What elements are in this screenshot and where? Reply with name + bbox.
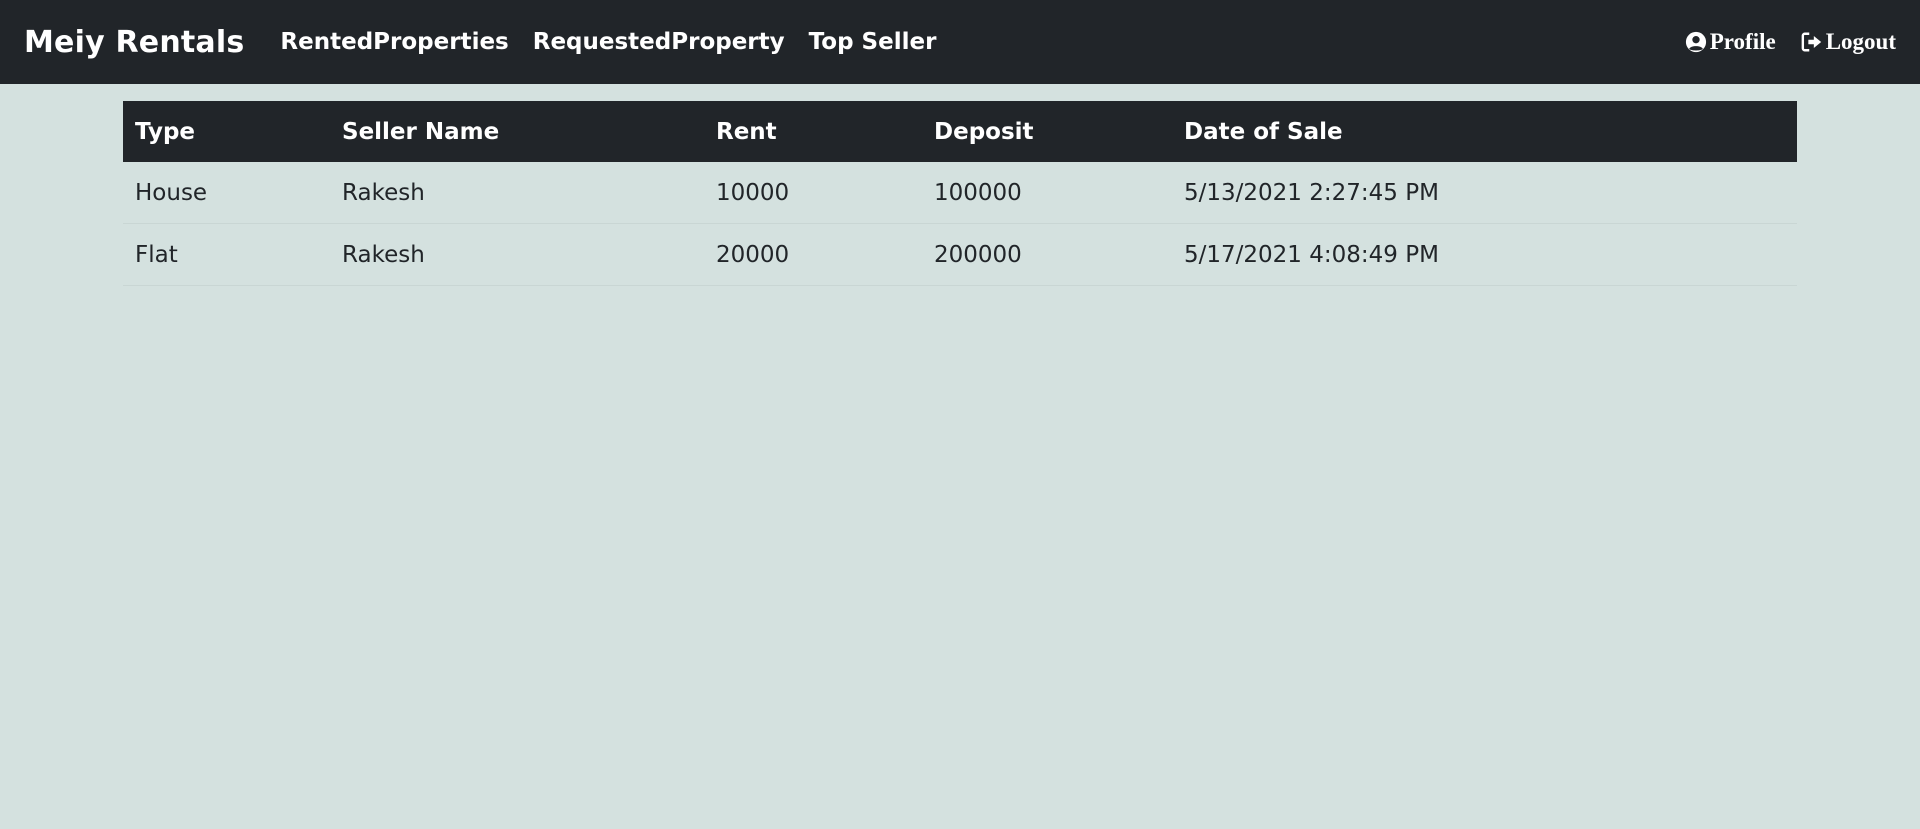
logout-link[interactable]: Logout <box>1800 29 1896 55</box>
profile-label: Profile <box>1709 29 1776 54</box>
column-header-type: Type <box>135 118 196 145</box>
cell-seller-name: Rakesh <box>330 223 704 286</box>
cell-type: Flat <box>123 223 330 286</box>
brand-logo[interactable]: Meiy Rentals <box>24 25 244 60</box>
top-navbar: Meiy Rentals RentedProperties RequestedP… <box>0 0 1920 84</box>
column-header-date-of-sale: Date of Sale <box>1184 118 1343 145</box>
table-header-row: Type Seller Name Rent Deposit Date of Sa… <box>123 101 1797 162</box>
table-row: House Rakesh 10000 100000 5/13/2021 2:27… <box>123 162 1797 224</box>
nav-link-rented-properties[interactable]: RentedProperties <box>280 29 508 55</box>
nav-link-top-seller[interactable]: Top Seller <box>809 29 937 55</box>
nav-user-actions: Profile Logout <box>1660 29 1896 55</box>
nav-links: RentedProperties RequestedProperty Top S… <box>280 29 960 55</box>
cell-type: House <box>123 162 330 224</box>
column-header-rent: Rent <box>716 118 777 145</box>
cell-seller-name: Rakesh <box>330 162 704 224</box>
cell-rent: 10000 <box>704 162 922 224</box>
cell-deposit: 200000 <box>922 223 1172 286</box>
sign-out-icon <box>1800 30 1824 54</box>
cell-rent: 20000 <box>704 223 922 286</box>
rented-properties-table-container: Type Seller Name Rent Deposit Date of Sa… <box>123 101 1797 286</box>
cell-date-of-sale: 5/17/2021 4:08:49 PM <box>1172 223 1797 286</box>
cell-deposit: 100000 <box>922 162 1172 224</box>
user-circle-icon <box>1684 30 1708 54</box>
profile-link[interactable]: Profile <box>1684 29 1776 55</box>
nav-link-requested-property[interactable]: RequestedProperty <box>533 29 785 55</box>
column-header-deposit: Deposit <box>934 118 1034 145</box>
column-header-seller-name: Seller Name <box>342 118 500 145</box>
table-header: Type Seller Name Rent Deposit Date of Sa… <box>123 101 1797 162</box>
table-body: House Rakesh 10000 100000 5/13/2021 2:27… <box>123 162 1797 286</box>
logout-label: Logout <box>1825 29 1896 54</box>
rented-properties-table: Type Seller Name Rent Deposit Date of Sa… <box>123 101 1797 286</box>
cell-date-of-sale: 5/13/2021 2:27:45 PM <box>1172 162 1797 224</box>
table-row: Flat Rakesh 20000 200000 5/17/2021 4:08:… <box>123 223 1797 286</box>
